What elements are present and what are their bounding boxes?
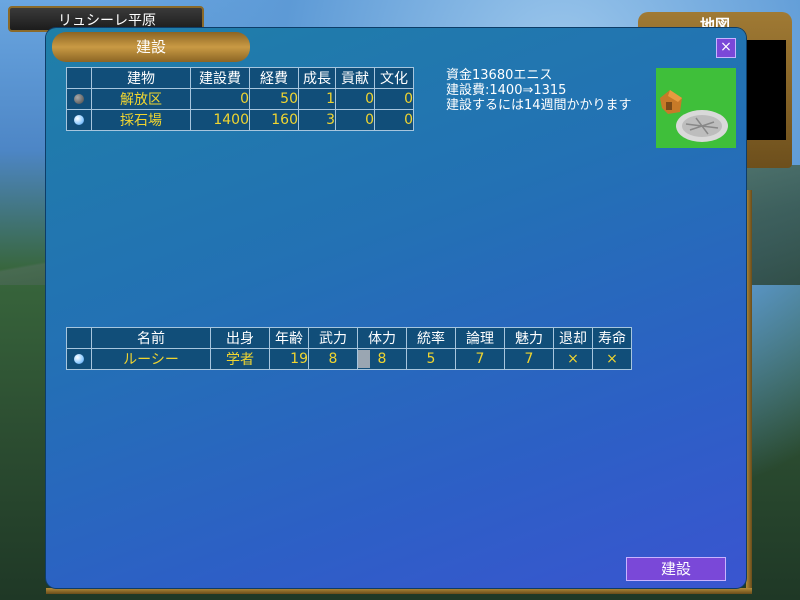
building-growth: 3 <box>298 109 336 131</box>
col-header-strength: 武力 <box>308 327 358 349</box>
radio-on-icon <box>74 354 84 364</box>
col-header-stamina: 体力 <box>357 327 407 349</box>
building-preview-image <box>656 68 736 148</box>
location-name: リュシーレ平原 <box>58 13 156 29</box>
building-contribution: 0 <box>335 88 375 110</box>
col-header-culture: 文化 <box>374 67 414 89</box>
character-retreat: × <box>553 348 593 370</box>
row-select-indicator[interactable] <box>66 88 92 110</box>
frame-right <box>746 190 752 590</box>
building-contribution: 0 <box>335 109 375 131</box>
quarry-illustration <box>656 68 736 148</box>
radio-on-icon <box>74 115 84 125</box>
frame-bottom <box>46 588 752 594</box>
col-header-select <box>66 327 92 349</box>
build-button[interactable]: 建設 <box>626 557 726 581</box>
col-header-name: 名前 <box>91 327 211 349</box>
buildings-table: 建物 建設費 経費 成長 貢献 文化 解放区 0 50 1 0 0 採石場 14… <box>66 67 414 131</box>
col-header-charm: 魅力 <box>504 327 554 349</box>
character-charm: 7 <box>504 348 554 370</box>
row-select-indicator[interactable] <box>66 348 92 370</box>
col-header-upkeep: 経費 <box>249 67 299 89</box>
col-header-retreat: 退却 <box>553 327 593 349</box>
col-header-age: 年齢 <box>269 327 309 349</box>
col-header-origin: 出身 <box>210 327 270 349</box>
table-row[interactable]: 採石場 1400 160 3 0 0 <box>66 109 414 131</box>
funds-text: 資金13680エニス <box>446 68 553 83</box>
close-button[interactable]: × <box>716 38 736 58</box>
col-header-growth: 成長 <box>298 67 336 89</box>
building-cost: 1400 <box>190 109 250 131</box>
character-strength: 8 <box>308 348 358 370</box>
building-cost: 0 <box>190 88 250 110</box>
characters-header-row: 名前 出身 年齢 武力 体力 統率 論理 魅力 退却 寿命 <box>66 327 632 349</box>
building-upkeep: 50 <box>249 88 299 110</box>
col-header-contribution: 貢献 <box>335 67 375 89</box>
build-dialog: 建設 × 建物 建設費 経費 成長 貢献 文化 解放区 0 50 1 0 0 採… <box>46 28 746 588</box>
stamina-level-bar <box>358 350 370 368</box>
building-culture: 0 <box>374 109 414 131</box>
character-command: 5 <box>406 348 456 370</box>
col-header-logic: 論理 <box>455 327 505 349</box>
table-row[interactable]: ルーシー 学者 19 8 8 5 7 7 × × <box>66 348 632 370</box>
building-culture: 0 <box>374 88 414 110</box>
table-row[interactable]: 解放区 0 50 1 0 0 <box>66 88 414 110</box>
character-logic: 7 <box>455 348 505 370</box>
character-lifespan: × <box>592 348 632 370</box>
character-name: ルーシー <box>91 348 211 370</box>
col-header-lifespan: 寿命 <box>592 327 632 349</box>
character-stamina: 8 <box>357 348 407 370</box>
character-age: 19 <box>269 348 309 370</box>
dialog-title: 建設 <box>52 32 250 62</box>
stamina-value: 8 <box>377 351 387 367</box>
building-upkeep: 160 <box>249 109 299 131</box>
buildings-header-row: 建物 建設費 経費 成長 貢献 文化 <box>66 67 414 89</box>
building-name: 採石場 <box>91 109 191 131</box>
character-origin: 学者 <box>210 348 270 370</box>
col-header-command: 統率 <box>406 327 456 349</box>
cost-text: 建設費:1400⇒1315 <box>446 83 567 98</box>
col-header-select <box>66 67 92 89</box>
radio-off-icon <box>74 94 84 104</box>
row-select-indicator[interactable] <box>66 109 92 131</box>
col-header-cost: 建設費 <box>190 67 250 89</box>
duration-text: 建設するには14週間かかります <box>446 98 632 113</box>
build-info: 資金13680エニス 建設費:1400⇒1315 建設するには14週間かかります <box>446 68 632 113</box>
col-header-building: 建物 <box>91 67 191 89</box>
characters-table: 名前 出身 年齢 武力 体力 統率 論理 魅力 退却 寿命 ルーシー 学者 19… <box>66 327 632 370</box>
building-name: 解放区 <box>91 88 191 110</box>
building-growth: 1 <box>298 88 336 110</box>
